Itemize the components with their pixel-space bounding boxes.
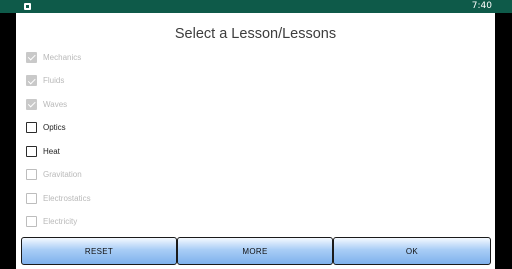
lesson-item-mechanics: Mechanics [26, 49, 81, 65]
lesson-item-electricity: Electricity [26, 214, 77, 230]
app-notification-icon [24, 3, 31, 10]
lesson-checkbox-optics[interactable] [26, 122, 37, 133]
lesson-checkbox-electricity [26, 216, 37, 227]
lesson-item-gravitation: Gravitation [26, 167, 82, 183]
lesson-checkbox-fluids [26, 75, 37, 86]
status-clock: 7:40 [471, 1, 492, 11]
lesson-label-optics[interactable]: Optics [43, 123, 66, 132]
lesson-checkbox-gravitation [26, 169, 37, 180]
lesson-item-waves: Waves [26, 96, 67, 112]
lesson-item-heat[interactable]: Heat [26, 143, 60, 159]
lesson-item-optics[interactable]: Optics [26, 120, 66, 136]
ok-button[interactable]: OK [333, 237, 491, 265]
lesson-checkbox-electrostatics [26, 192, 37, 204]
lesson-label-waves: Waves [43, 99, 68, 109]
status-bar: 7:40 [0, 0, 512, 13]
lesson-label-gravitation: Gravitation [43, 170, 82, 179]
dialog-title: Select a Lesson/Lessons [174, 26, 337, 42]
lesson-label-electricity: Electricity [43, 217, 78, 226]
reset-button[interactable]: RESET [21, 237, 177, 265]
lesson-checkbox-heat[interactable] [26, 145, 37, 157]
lesson-label-fluids: Fluids [43, 76, 65, 85]
lesson-checkbox-mechanics [26, 51, 37, 63]
lesson-select-dialog: Select a Lesson/Lessons Mechanics Fluids… [16, 13, 495, 269]
lesson-label-heat[interactable]: Heat [43, 147, 60, 156]
lesson-label-mechanics: Mechanics [43, 52, 82, 62]
lesson-item-fluids: Fluids [26, 73, 64, 89]
lesson-checkbox-waves [26, 98, 37, 110]
lesson-label-electrostatics: Electrostatics [43, 193, 91, 203]
more-button[interactable]: MORE [177, 237, 333, 265]
lesson-item-electrostatics: Electrostatics [26, 190, 91, 206]
